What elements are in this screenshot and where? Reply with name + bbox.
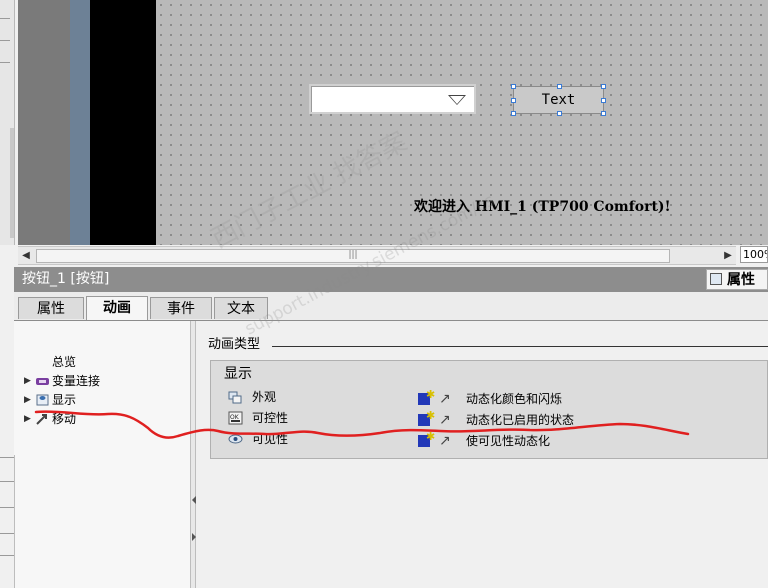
red-annotation-stroke (34, 410, 690, 439)
